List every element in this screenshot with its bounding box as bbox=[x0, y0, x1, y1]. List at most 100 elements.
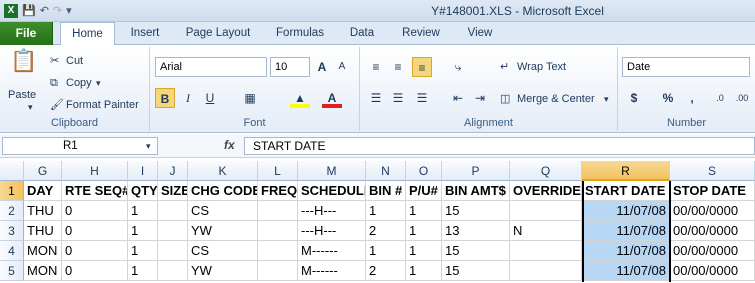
chevron-down-icon[interactable]: ▾ bbox=[146, 138, 151, 154]
grow-font-button[interactable]: A bbox=[312, 57, 332, 77]
bold-button[interactable]: B bbox=[155, 88, 175, 108]
cell[interactable] bbox=[158, 261, 188, 281]
cell[interactable]: 1 bbox=[128, 201, 158, 221]
row-header[interactable]: 4 bbox=[0, 241, 24, 261]
row-header[interactable]: 2 bbox=[0, 201, 24, 221]
cell[interactable]: 00/00/0000 bbox=[670, 201, 755, 221]
column-header[interactable]: J bbox=[158, 161, 188, 181]
column-header[interactable]: Q bbox=[510, 161, 582, 181]
cell[interactable]: 0 bbox=[62, 261, 128, 281]
cell[interactable]: 11/07/08 bbox=[582, 241, 670, 261]
row-header-selected[interactable]: 1 bbox=[0, 181, 24, 201]
cell[interactable]: ---H--- bbox=[298, 221, 366, 241]
cell[interactable] bbox=[158, 241, 188, 261]
cell[interactable]: 1 bbox=[406, 261, 442, 281]
cell[interactable]: N bbox=[510, 221, 582, 241]
cell[interactable]: 1 bbox=[406, 201, 442, 221]
cell[interactable]: THU bbox=[24, 201, 62, 221]
cell[interactable]: BIN AMT$ bbox=[442, 181, 510, 201]
insert-function-button[interactable]: fx bbox=[224, 138, 235, 152]
cell[interactable]: M------ bbox=[298, 241, 366, 261]
cell[interactable]: QTY bbox=[128, 181, 158, 201]
cell[interactable]: 00/00/0000 bbox=[670, 261, 755, 281]
cell[interactable]: SIZE bbox=[158, 181, 188, 201]
cell[interactable]: 0 bbox=[62, 221, 128, 241]
decrease-indent-icon[interactable]: ⇤ bbox=[448, 88, 468, 108]
column-header[interactable]: O bbox=[406, 161, 442, 181]
cell[interactable]: 2 bbox=[366, 261, 406, 281]
cell[interactable]: 1 bbox=[366, 201, 406, 221]
cell[interactable]: 1 bbox=[128, 261, 158, 281]
cell[interactable]: CHG CODE bbox=[188, 181, 258, 201]
cell[interactable]: 1 bbox=[366, 241, 406, 261]
cell[interactable]: 2 bbox=[366, 221, 406, 241]
increase-indent-icon[interactable]: ⇥ bbox=[470, 88, 490, 108]
align-left-icon[interactable]: ☰ bbox=[366, 88, 386, 108]
tab-file[interactable]: File bbox=[0, 22, 53, 45]
borders-icon[interactable]: ▦ bbox=[240, 88, 260, 108]
font-name-box[interactable]: Arial bbox=[155, 57, 267, 77]
column-header[interactable]: G bbox=[24, 161, 62, 181]
name-box[interactable]: R1 bbox=[2, 137, 158, 155]
align-top-icon[interactable]: ≡ bbox=[366, 57, 386, 77]
tab-formulas[interactable]: Formulas bbox=[268, 22, 332, 45]
cell[interactable]: 11/07/08 bbox=[582, 221, 670, 241]
cell[interactable]: YW bbox=[188, 221, 258, 241]
chevron-down-icon[interactable]: ▾ bbox=[28, 99, 33, 115]
wrap-text-icon[interactable]: ↵ bbox=[500, 59, 509, 75]
cell[interactable]: 0 bbox=[62, 201, 128, 221]
cell[interactable]: 1 bbox=[406, 241, 442, 261]
column-header[interactable]: K bbox=[188, 161, 258, 181]
align-middle-icon[interactable]: ≡ bbox=[388, 57, 408, 77]
cell[interactable]: THU bbox=[24, 221, 62, 241]
tab-review[interactable]: Review bbox=[394, 22, 448, 45]
row-header[interactable]: 3 bbox=[0, 221, 24, 241]
cell[interactable]: 15 bbox=[442, 201, 510, 221]
comma-button[interactable]: , bbox=[682, 88, 702, 108]
cell[interactable]: 1 bbox=[128, 221, 158, 241]
cell[interactable]: 00/00/0000 bbox=[670, 221, 755, 241]
cell[interactable]: 15 bbox=[442, 241, 510, 261]
tab-view[interactable]: View bbox=[458, 22, 502, 45]
cell[interactable]: RTE SEQ# bbox=[62, 181, 128, 201]
format-painter-button[interactable]: Format Painter bbox=[66, 97, 139, 113]
column-header[interactable]: M bbox=[298, 161, 366, 181]
font-size-box[interactable]: 10 bbox=[270, 57, 310, 77]
cell[interactable]: FREQ bbox=[258, 181, 298, 201]
cell[interactable]: CS bbox=[188, 201, 258, 221]
currency-button[interactable]: $ bbox=[624, 88, 644, 108]
copy-button[interactable]: Copy bbox=[66, 75, 92, 91]
cell[interactable]: MON bbox=[24, 241, 62, 261]
cell[interactable]: CS bbox=[188, 241, 258, 261]
cell[interactable] bbox=[258, 221, 298, 241]
cell[interactable] bbox=[510, 241, 582, 261]
orientation-icon[interactable]: ⤷ bbox=[448, 57, 468, 77]
cell[interactable]: ---H--- bbox=[298, 201, 366, 221]
column-header[interactable]: P bbox=[442, 161, 510, 181]
cell[interactable]: SCHEDULE bbox=[298, 181, 366, 201]
cell[interactable] bbox=[510, 261, 582, 281]
align-bottom-icon[interactable]: ≡ bbox=[412, 57, 432, 77]
cell[interactable]: DAY bbox=[24, 181, 62, 201]
cell[interactable]: 1 bbox=[406, 221, 442, 241]
scissors-icon[interactable]: ✂ bbox=[50, 53, 59, 69]
cell[interactable]: 13 bbox=[442, 221, 510, 241]
column-header-selected[interactable]: R bbox=[582, 161, 670, 181]
decrease-decimal-icon[interactable]: .00 bbox=[732, 88, 752, 108]
formula-input[interactable]: START DATE bbox=[244, 137, 755, 155]
font-color-button[interactable]: A bbox=[322, 88, 342, 108]
column-header[interactable]: H bbox=[62, 161, 128, 181]
cell[interactable]: M------ bbox=[298, 261, 366, 281]
tab-page-layout[interactable]: Page Layout bbox=[178, 22, 258, 45]
tab-home[interactable]: Home bbox=[60, 22, 115, 46]
chevron-down-icon[interactable]: ▾ bbox=[604, 91, 609, 107]
select-all-corner[interactable] bbox=[0, 161, 24, 181]
cell[interactable]: STOP DATE bbox=[670, 181, 755, 201]
cell[interactable]: YW bbox=[188, 261, 258, 281]
cell[interactable] bbox=[510, 201, 582, 221]
column-header[interactable]: N bbox=[366, 161, 406, 181]
cell[interactable]: 11/07/08 bbox=[582, 261, 670, 281]
cell[interactable] bbox=[258, 261, 298, 281]
cell[interactable]: 1 bbox=[128, 241, 158, 261]
copy-icon[interactable]: ⧉ bbox=[50, 75, 58, 91]
